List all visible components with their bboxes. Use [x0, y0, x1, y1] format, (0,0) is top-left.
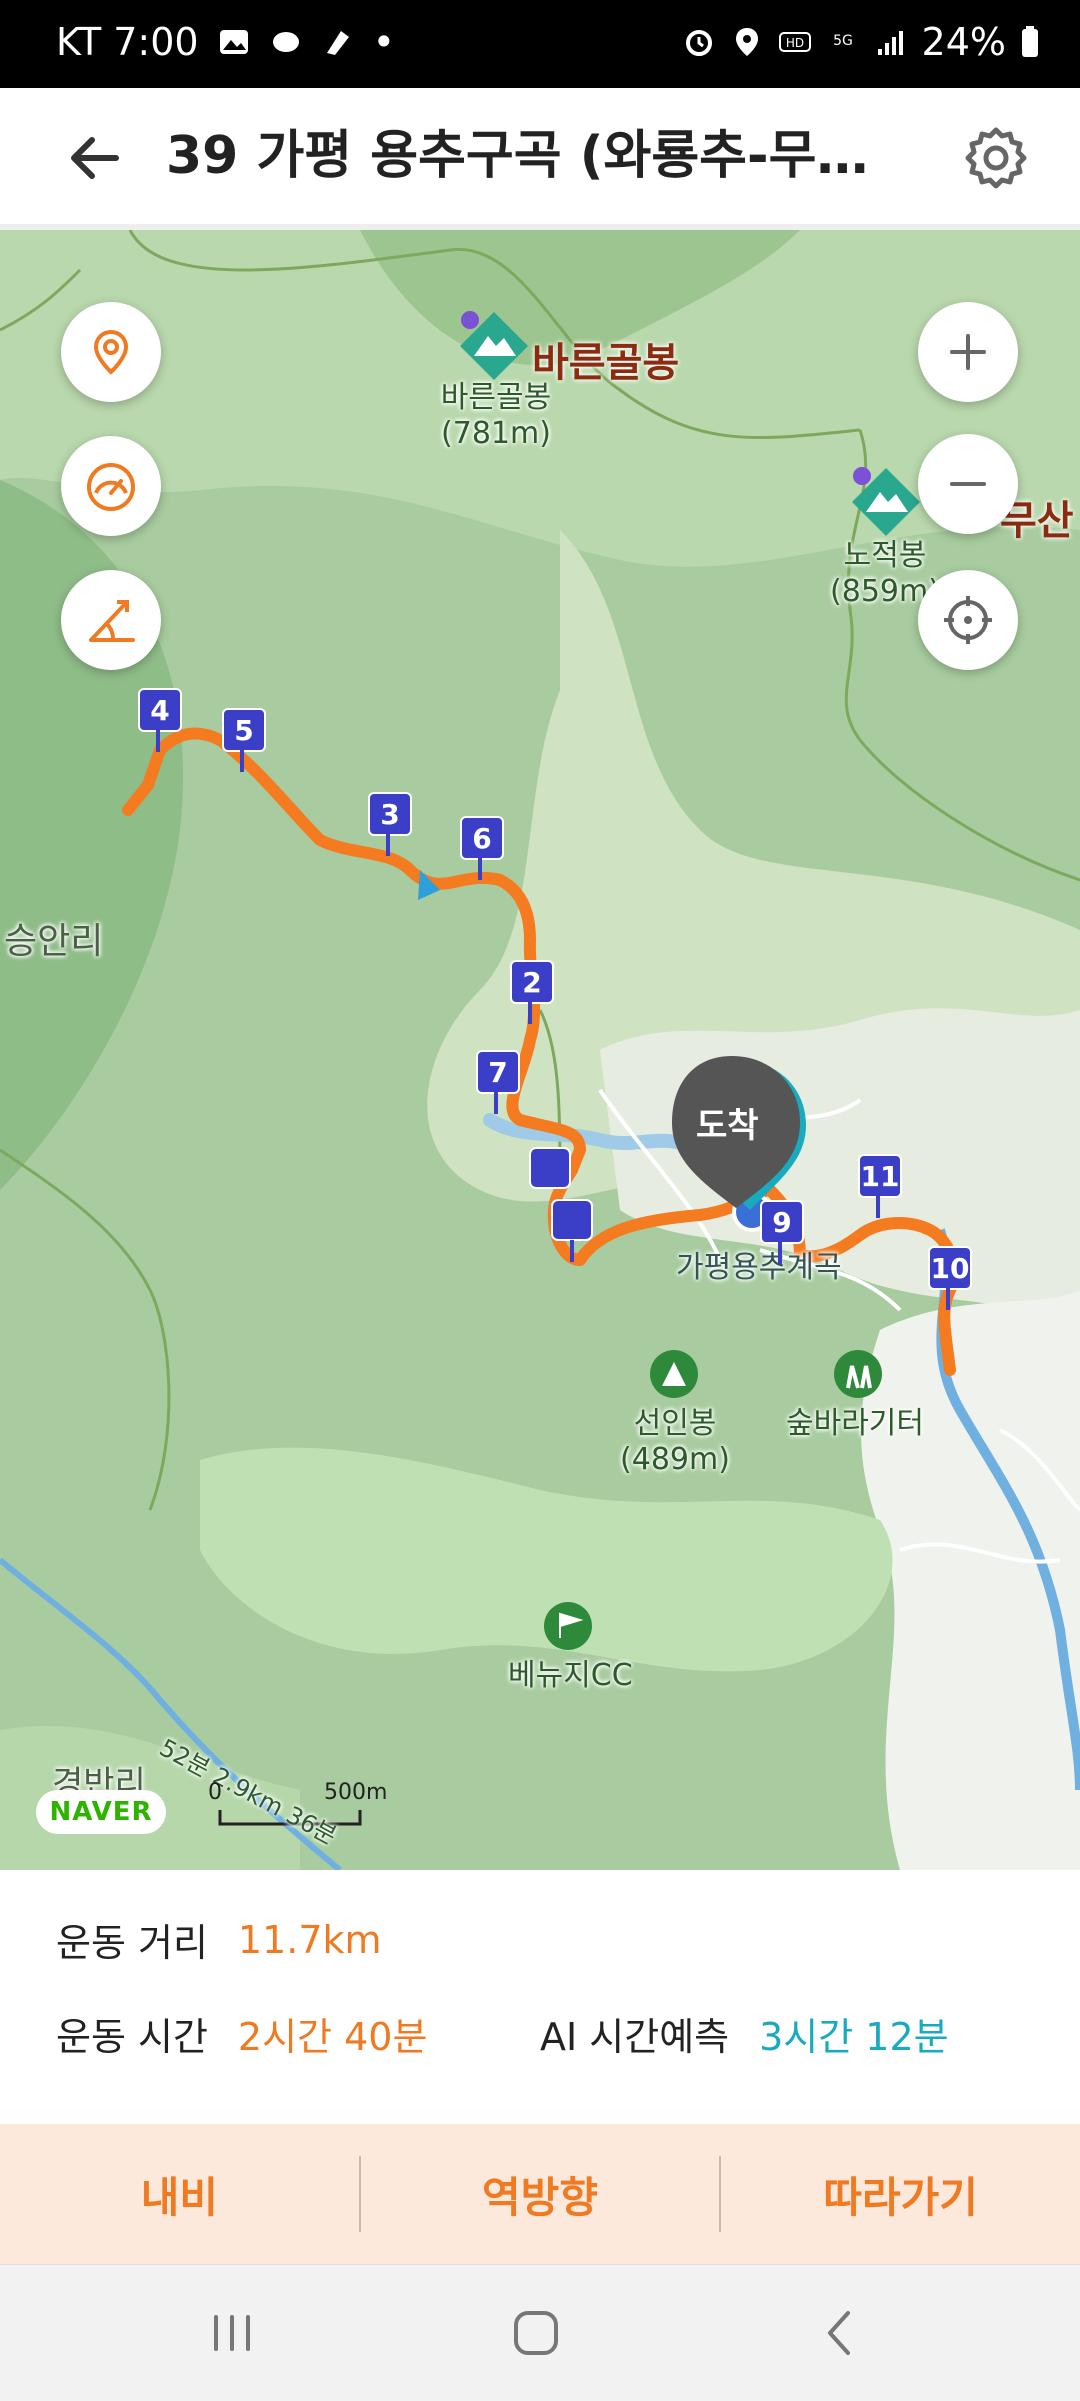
app-header: 39 가평 용추구곡 (와룡추-무송… [0, 88, 1080, 230]
waypoint-marker[interactable]: 10 [928, 1246, 972, 1290]
scale-distance: 500m [324, 1780, 388, 1805]
page-title: 39 가평 용추구곡 (와룡추-무송… [166, 126, 906, 186]
battery-icon [1022, 26, 1038, 57]
waypoint-marker[interactable]: 6 [460, 816, 504, 860]
location-pin-icon [93, 329, 129, 375]
place-label: 베뉴지CC [508, 1658, 633, 1693]
gallery-icon [219, 30, 248, 54]
place-label: 승안리 [4, 921, 104, 962]
distance-label: 운동 거리 [56, 1921, 208, 1965]
alarm-icon [685, 30, 712, 56]
app-icon [326, 31, 349, 55]
peak-elevation: (781m) [441, 416, 551, 451]
ai-time-label: AI 시간예측 [540, 2015, 730, 2059]
status-bar: KT 7:00 • HD 5G 24% [0, 0, 1080, 88]
my-location-button[interactable] [918, 570, 1018, 670]
svg-text:5G: 5G [833, 33, 853, 49]
naver-logo: NAVER [36, 1790, 166, 1834]
place-marker-button[interactable] [61, 302, 161, 402]
waypoint-marker[interactable]: 9 [760, 1200, 804, 1244]
home-icon[interactable] [506, 2303, 566, 2363]
speedometer-icon [87, 463, 135, 511]
waypoint-marker[interactable]: 4 [138, 688, 182, 732]
reverse-route-button[interactable]: 역방향 [361, 2164, 720, 2225]
time-label: 운동 시간 [56, 2015, 208, 2059]
svg-text:HD: HD [785, 36, 803, 50]
arrival-label: 도착 [696, 1106, 759, 1146]
5g-icon: 5G [833, 33, 853, 49]
waypoint-marker[interactable]: 3 [368, 792, 412, 836]
waypoint-marker[interactable]: 5 [222, 708, 266, 752]
navigation-button[interactable]: 내비 [0, 2164, 359, 2225]
gear-icon[interactable] [960, 122, 1032, 194]
place-label: 가평용추계곡 [676, 1250, 842, 1285]
time-value: 2시간 40분 [237, 2015, 428, 2059]
distance-value: 11.7km [237, 1917, 382, 1962]
route-stats-panel: 운동 거리 11.7km 운동 시간 2시간 40분 AI 시간예측 3시간 1… [0, 1870, 1080, 2124]
waypoint-marker[interactable]: 7 [476, 1050, 520, 1094]
zoom-in-button[interactable] [918, 302, 1018, 402]
zoom-out-button[interactable] [918, 434, 1018, 534]
back-icon[interactable] [810, 2303, 870, 2363]
activity-icon [272, 32, 299, 52]
follow-route-button[interactable]: 따라가기 [721, 2164, 1080, 2225]
plus-icon [950, 334, 986, 370]
location-icon [735, 28, 758, 56]
signal-icon [877, 31, 903, 55]
ai-time-value: 3시간 12분 [759, 2015, 949, 2059]
hd-icon: HD [778, 32, 811, 52]
recent-apps-icon[interactable] [202, 2303, 262, 2363]
scale-zero: 0 [208, 1780, 222, 1805]
peak-name: 바른골봉 [440, 380, 552, 415]
crosshair-icon [944, 596, 992, 644]
status-dot: • [372, 20, 396, 64]
place-label: 숲바라기터 [786, 1406, 924, 1441]
battery-percent: 24% [921, 20, 1006, 64]
slope-icon [89, 600, 135, 642]
map-view[interactable]: 도착 바른골봉 바른골봉 (781m) 무산 노적봉 (859m) 승안리 가평… [0, 230, 1080, 1870]
waypoint-marker[interactable]: 2 [510, 960, 554, 1004]
back-arrow-icon[interactable] [60, 122, 132, 194]
system-nav-bar [0, 2264, 1080, 2401]
place-elevation: (489m) [620, 1442, 730, 1477]
waypoint-marker[interactable]: 11 [858, 1154, 902, 1198]
status-time: KT 7:00 [56, 20, 199, 64]
minus-icon [950, 482, 986, 486]
action-bar: 내비 역방향 따라가기 [0, 2124, 1080, 2264]
peak-name: 노적봉 [843, 538, 927, 573]
place-label: 선인봉 [633, 1406, 717, 1441]
speed-button[interactable] [61, 436, 161, 536]
slope-button[interactable] [61, 570, 161, 670]
